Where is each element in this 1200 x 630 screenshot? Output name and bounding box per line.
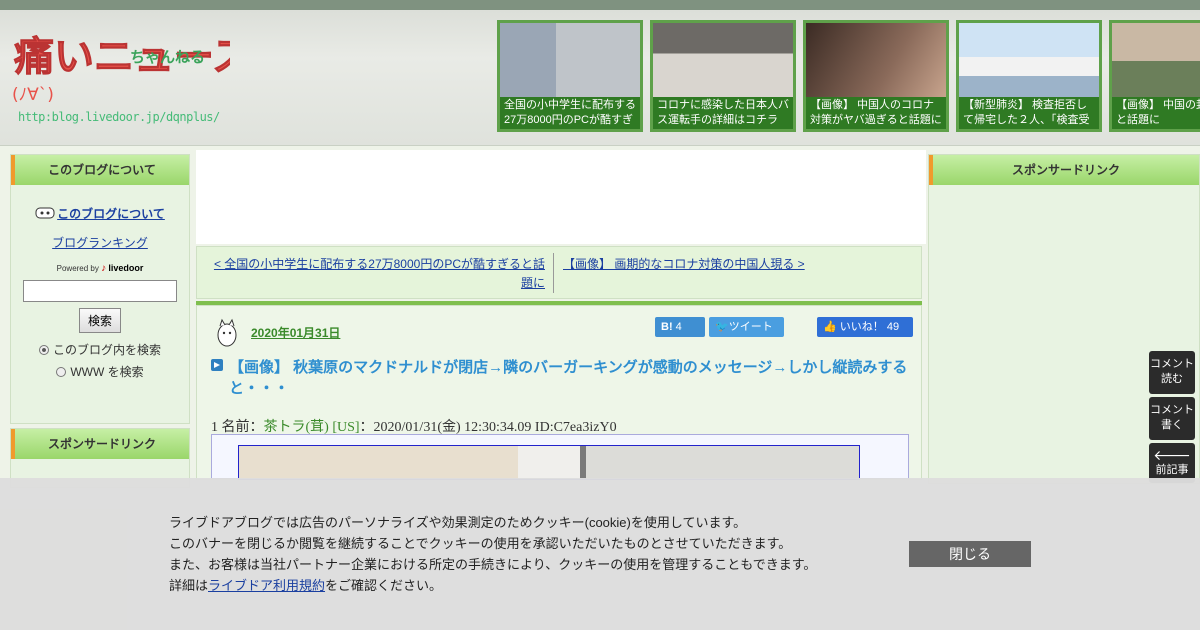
thumbnail-caption: 【新型肺炎】 検査拒否して帰宅した２人、「検査受け — [959, 97, 1099, 129]
thumbnail-caption: コロナに感染した日本人バス運転手の詳細はコチラ — [653, 97, 793, 129]
reply-meta: ：2020/01/31(金) 12:30:34.09 ID:C7ea3izY0 — [359, 420, 617, 435]
reply-header: 1 名前：茶トラ(茸) [US]：2020/01/31(金) 12:30:34.… — [211, 416, 617, 436]
post-navigation: < 全国の小中学生に配布する27万8000円のPCが酷すぎると話題に 【画像】 … — [196, 246, 922, 299]
logo-subtitle: ちゃんねる — [130, 48, 205, 66]
face-icon — [35, 207, 55, 219]
prev-post-link[interactable]: < 全国の小中学生に配布する27万8000円のPCが酷すぎると話題に — [214, 257, 545, 290]
radio-www-option[interactable]: WWW を検索 — [11, 361, 189, 383]
thumbs-up-icon: 👍 — [823, 321, 837, 333]
post-date[interactable]: 2020年01月31日 — [251, 324, 340, 341]
author-avatar-icon — [217, 318, 237, 347]
search-scope: このブログ内を検索 WWW を検索 — [11, 339, 189, 383]
article: 2020年01月31日 B! 4 🐦ツイート 👍 いいね！ 49 【画像】 秋葉… — [196, 305, 922, 480]
right-sponsor-heading: スポンサードリンク — [929, 155, 1199, 185]
about-blog-link[interactable]: このブログについて — [57, 207, 165, 221]
left-sponsor-heading: スポンサードリンク — [11, 429, 189, 459]
like-label: いいね！ — [839, 321, 884, 333]
hatena-icon: B! — [661, 321, 673, 333]
thumbnail-image — [1112, 23, 1200, 99]
prev-post: < 全国の小中学生に配布する27万8000円のPCが酷すぎると話題に — [205, 255, 545, 293]
facebook-like-button[interactable]: 👍 いいね！ 49 — [817, 317, 913, 337]
thumbnail-caption: 【画像】 中国の封鎖ぎると話題に — [1112, 97, 1200, 129]
tweet-button[interactable]: 🐦ツイート — [709, 317, 784, 337]
read-comments-button[interactable]: コメント読む — [1149, 351, 1195, 394]
livedoor-icon: ♪ — [101, 263, 107, 274]
thumbnail-caption: 全国の小中学生に配布する27万8000円のPCが酷すぎ — [500, 97, 640, 129]
thumbnail-card[interactable]: 【新型肺炎】 検査拒否して帰宅した２人、「検査受け — [956, 20, 1102, 132]
radio-unselected-icon[interactable] — [56, 367, 67, 377]
site-logo[interactable]: 痛いニュース ちゃんねる (ﾉ∀`) http:blog.livedoor.jp… — [10, 22, 253, 134]
cookie-line-4-suffix: をご確認ください。 — [325, 578, 443, 593]
powered-by-label: Powered by — [56, 264, 99, 273]
radio-blog-label: このブログ内を検索 — [52, 343, 161, 357]
thumbnail-caption: 【画像】 中国人のコロナ対策がヤバ過ぎると話題に — [806, 97, 946, 129]
thumbnail-image — [959, 23, 1099, 99]
post-title[interactable]: 【画像】 秋葉原のマクドナルドが閉店→隣のバーガーキングが感動のメッセージ→しか… — [229, 357, 909, 399]
thumbnail-card[interactable]: 【画像】 中国の封鎖ぎると話題に — [1109, 20, 1200, 132]
reply-author: 茶トラ(茸) [US] — [263, 420, 360, 435]
thumbnail-card[interactable]: 全国の小中学生に配布する27万8000円のPCが酷すぎ — [497, 20, 643, 132]
cookie-line-3: また、お客様は当社パートナー企業における所定の手続きにより、クッキーの使用を管理… — [169, 557, 817, 572]
site-header: 痛いニュース ちゃんねる (ﾉ∀`) http:blog.livedoor.jp… — [0, 0, 1200, 146]
post-arrow-icon — [211, 359, 223, 371]
arrow-left-icon: 🡐 — [1153, 447, 1191, 463]
article-photo[interactable] — [238, 445, 860, 480]
search-button[interactable]: 検索 — [78, 308, 121, 333]
thumbnail-card[interactable]: 【画像】 中国人のコロナ対策がヤバ過ぎると話題に — [803, 20, 949, 132]
cookie-message: ライブドアブログでは広告のパーソナライズや効果測定のためクッキー(cookie)… — [169, 512, 889, 596]
radio-blog-option[interactable]: このブログ内を検索 — [11, 339, 189, 361]
logo-url: http:blog.livedoor.jp/dqnplus/ — [18, 110, 220, 124]
write-comment-button[interactable]: コメント書く — [1149, 397, 1195, 440]
reply-body — [211, 434, 909, 480]
cookie-banner: ライブドアブログでは広告のパーソナライズや効果測定のためクッキー(cookie)… — [0, 478, 1200, 630]
cookie-line-2: このバナーを閉じるか閲覧を継続することでクッキーの使用を承認いただいたものとさせ… — [169, 536, 792, 551]
cookie-line-4: 詳細はライブドア利用規約をご確認ください。 — [169, 575, 889, 596]
reply-number: 1 名前： — [211, 420, 264, 435]
blog-ranking-link[interactable]: ブログランキング — [11, 234, 189, 251]
ad-space — [196, 150, 926, 244]
hatena-count: 4 — [675, 321, 682, 333]
about-panel: このブログについて このブログについて ブログランキング Powered by … — [10, 154, 190, 424]
twitter-bird-icon: 🐦 — [715, 321, 729, 333]
cookie-line-1: ライブドアブログでは広告のパーソナライズや効果測定のためクッキー(cookie)… — [169, 515, 747, 530]
terms-link[interactable]: ライブドア利用規約 — [208, 578, 325, 593]
thumbnail-image — [653, 23, 793, 99]
prev-article-button[interactable]: 🡐 前記事 — [1149, 443, 1195, 483]
like-count: 49 — [886, 321, 900, 333]
livedoor-brand: livedoor — [108, 263, 144, 273]
next-post: 【画像】 画期的なコロナ対策の中国人現る > — [563, 255, 805, 274]
about-panel-heading: このブログについて — [11, 155, 189, 185]
next-post-link[interactable]: 【画像】 画期的なコロナ対策の中国人現る > — [563, 257, 805, 271]
logo-kaomoji: (ﾉ∀`) — [12, 85, 54, 105]
thumbnail-card[interactable]: コロナに感染した日本人バス運転手の詳細はコチラ — [650, 20, 796, 132]
header-stripe — [0, 0, 1200, 10]
radio-selected-icon[interactable] — [38, 345, 49, 355]
hatena-bookmark-button[interactable]: B! 4 — [655, 317, 705, 337]
cookie-line-4-prefix: 詳細は — [169, 578, 209, 593]
logo-image: 痛いニュース ちゃんねる (ﾉ∀`) — [12, 34, 253, 106]
prev-article-label: 前記事 — [1155, 464, 1189, 476]
search-input[interactable] — [23, 280, 177, 302]
featured-thumbnails: 全国の小中学生に配布する27万8000円のPCが酷すぎ コロナに感染した日本人バ… — [497, 20, 1200, 132]
nav-divider — [553, 253, 554, 293]
cookie-close-button[interactable]: 閉じる — [909, 541, 1031, 567]
tweet-label: ツイート — [728, 321, 773, 333]
radio-www-label: WWW を検索 — [70, 365, 144, 379]
about-links: このブログについて ブログランキング Powered by ♪ livedoor… — [11, 205, 189, 383]
thumbnail-image — [500, 23, 640, 99]
powered-by: Powered by ♪ livedoor — [11, 263, 189, 274]
thumbnail-image — [806, 23, 946, 99]
